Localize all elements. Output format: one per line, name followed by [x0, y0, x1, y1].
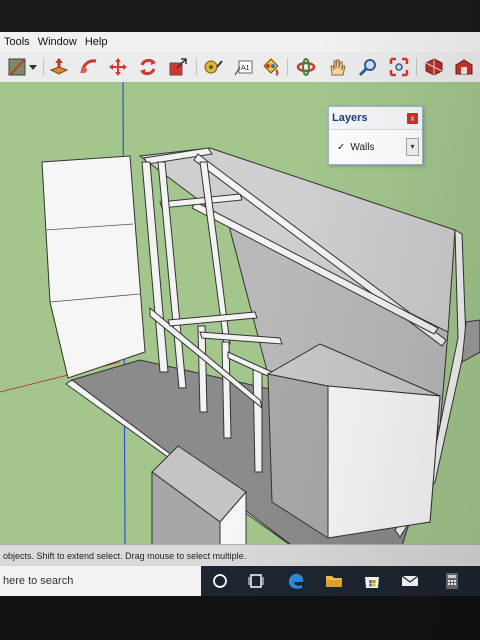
orbit-icon[interactable] [295, 56, 317, 78]
rear-wall [41, 155, 146, 379]
warehouse-icon[interactable] [453, 56, 475, 78]
toolbar-separator [196, 58, 197, 76]
file-explorer-icon[interactable] [322, 569, 346, 593]
menu-help[interactable]: Help [81, 36, 112, 48]
move-icon[interactable] [107, 56, 129, 78]
layers-panel-header: Layers x [329, 107, 422, 130]
menu-bar: Tools Window Help [0, 32, 480, 52]
toolbar-separator [43, 58, 44, 76]
scale-icon[interactable] [167, 56, 189, 78]
bed-slat [167, 311, 258, 327]
paint-bucket-icon[interactable] [260, 56, 282, 78]
window-top-edge [0, 0, 480, 32]
chevron-down-icon[interactable]: ▾ [406, 138, 419, 156]
status-text: objects. Shift to extend select. Drag mo… [3, 550, 247, 561]
text-label-icon[interactable]: A1 [233, 56, 255, 78]
dropdown-arrow-icon[interactable] [26, 56, 40, 78]
calculator-icon[interactable] [440, 569, 464, 593]
task-view-icon[interactable] [244, 569, 268, 593]
screen-bezel-bottom [0, 596, 480, 640]
search-placeholder: here to search [3, 575, 74, 587]
current-layer-select[interactable]: ✓ Walls ▾ [329, 135, 422, 159]
edge-icon[interactable] [284, 569, 308, 593]
text-tool-label: A1 [241, 65, 250, 72]
zoom-icon[interactable] [357, 56, 379, 78]
toolbar-separator [287, 58, 288, 76]
push-pull-icon[interactable] [48, 56, 70, 78]
toolbar-separator [416, 58, 417, 76]
cortana-icon[interactable] [208, 569, 232, 593]
close-icon[interactable]: x [407, 112, 418, 124]
component-icon[interactable] [423, 56, 445, 78]
select-tool-icon[interactable] [6, 56, 28, 78]
toolbar: A1 [0, 52, 480, 83]
frame-post [252, 369, 263, 473]
pan-icon[interactable] [326, 56, 348, 78]
app-screen: Tools Window Help A1 Layers x ✓ Walls ▾ … [0, 0, 480, 640]
frame-post [197, 325, 208, 413]
rotate-icon[interactable] [137, 56, 159, 78]
taskbar-search-box[interactable]: here to search [0, 566, 201, 596]
checkmark-icon: ✓ [337, 141, 346, 153]
follow-me-icon[interactable] [78, 56, 100, 78]
menu-window[interactable]: Window [34, 36, 81, 48]
layers-panel-title: Layers [332, 112, 368, 124]
store-icon[interactable] [360, 569, 384, 593]
tape-measure-icon[interactable] [202, 56, 224, 78]
current-layer-name: Walls [350, 141, 375, 153]
layers-panel: Layers x ✓ Walls ▾ [328, 106, 423, 165]
zoom-extents-icon[interactable] [388, 56, 410, 78]
status-bar: objects. Shift to extend select. Drag mo… [0, 544, 480, 566]
mail-icon[interactable] [398, 569, 422, 593]
menu-tools[interactable]: Tools [0, 36, 34, 48]
